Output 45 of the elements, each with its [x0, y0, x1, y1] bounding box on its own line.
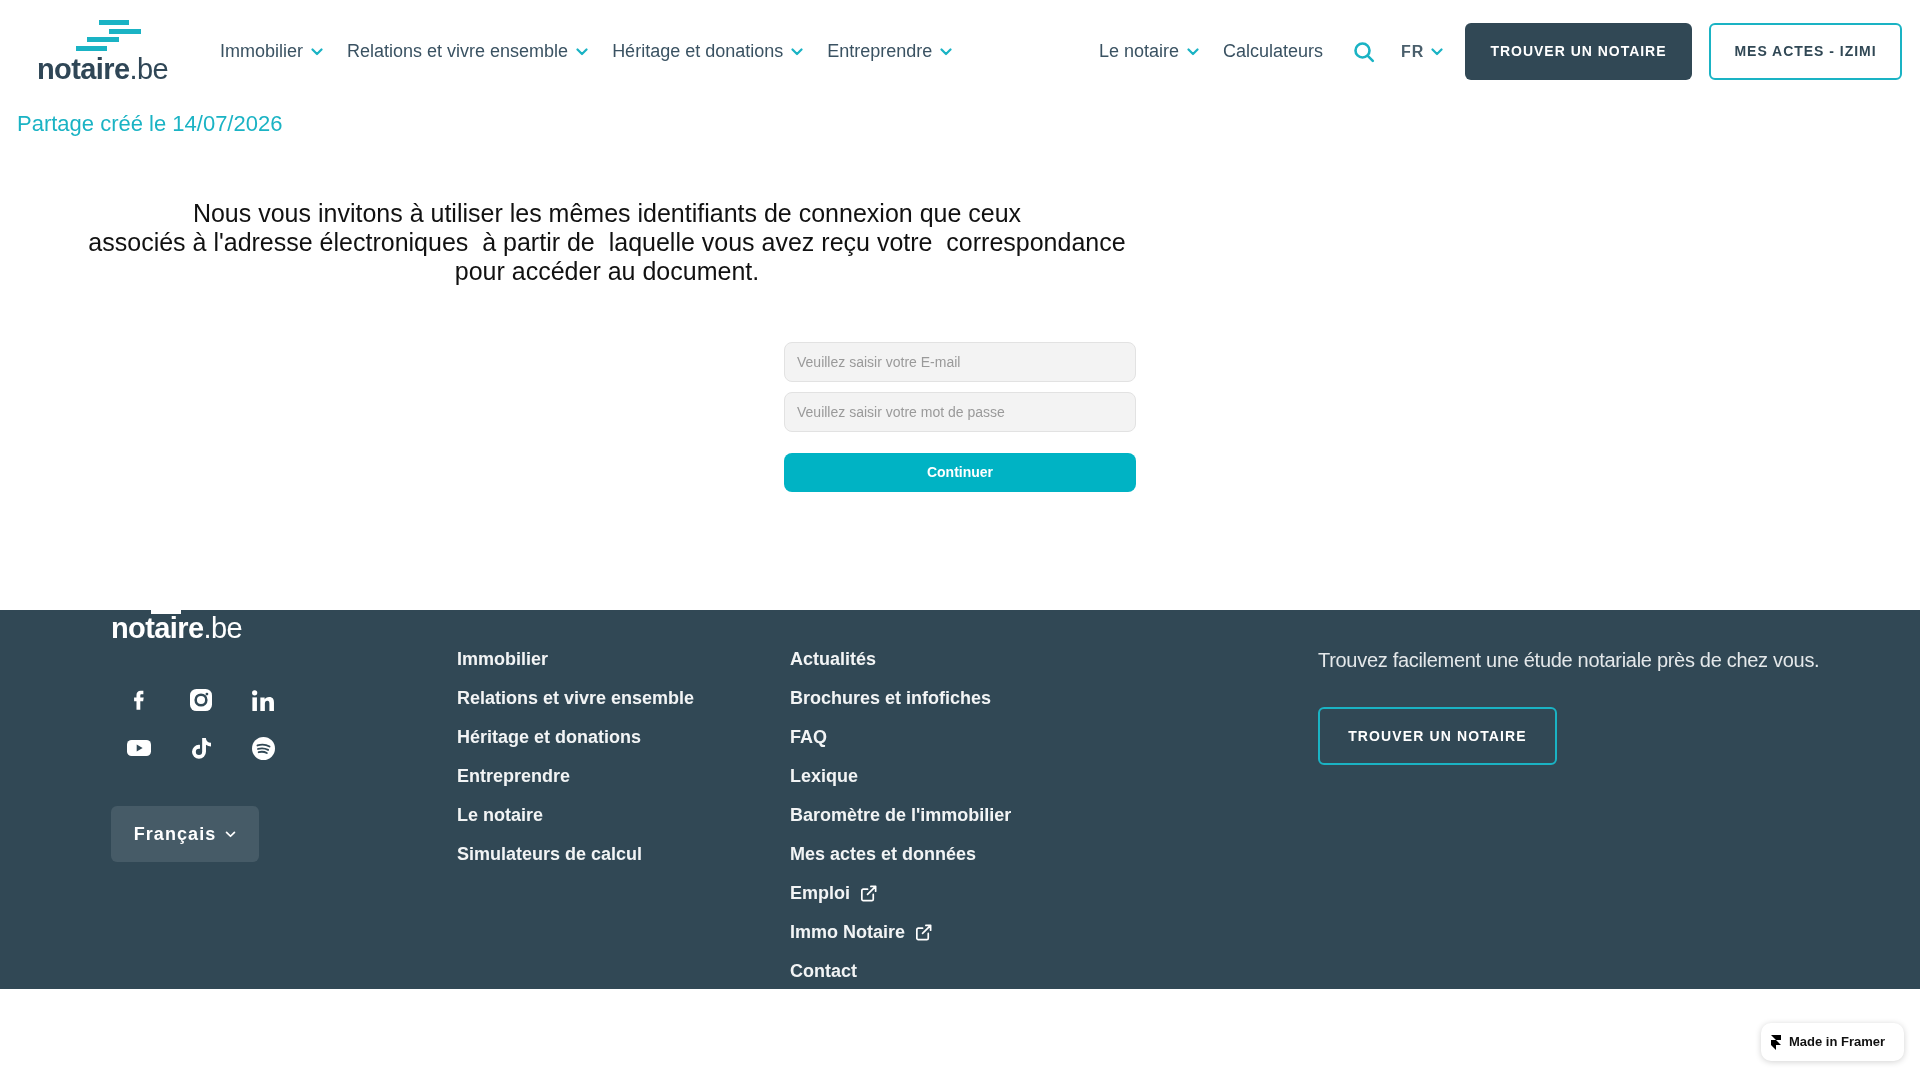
- nav-menu-item[interactable]: Héritage et donations: [612, 38, 804, 65]
- footer-link[interactable]: Contact: [790, 960, 857, 982]
- framer-logo-icon: [1771, 1034, 1781, 1050]
- email-field[interactable]: Veuillez saisir votre E-mail: [784, 342, 1136, 382]
- footer-link[interactable]: Emploi: [790, 882, 878, 904]
- chevron-down-icon: [1431, 47, 1443, 56]
- linkedin-icon[interactable]: [252, 689, 274, 711]
- share-date-text: Partage créé le 14/07/2026: [17, 111, 283, 137]
- language-select[interactable]: Français: [111, 806, 259, 862]
- footer-link[interactable]: Mes actes et données: [790, 843, 977, 865]
- made-in-framer-badge[interactable]: Made in Framer: [1761, 1023, 1904, 1061]
- youtube-icon[interactable]: [127, 740, 151, 756]
- nav-menu-item[interactable]: Calculateurs: [1223, 38, 1324, 65]
- password-field[interactable]: Veuillez saisir votre mot de passe: [784, 392, 1136, 432]
- logo-link[interactable]: notaire.be: [37, 20, 187, 83]
- nav-menu-item[interactable]: Le notaire: [1098, 38, 1199, 65]
- spotify-icon[interactable]: [251, 736, 275, 760]
- facebook-icon[interactable]: [133, 689, 145, 711]
- chevron-down-icon: [225, 830, 237, 838]
- language-menu[interactable]: FR: [1401, 39, 1443, 64]
- footer-link[interactable]: Lexique: [790, 765, 859, 787]
- footer-find-notary-button[interactable]: TROUVER UN NOTAIRE: [1318, 707, 1557, 765]
- logo-stripes-icon: [76, 20, 142, 51]
- nav-menu-item[interactable]: Entreprendre: [827, 38, 953, 65]
- logo-stripe-icon: [151, 610, 181, 614]
- header-button[interactable]: MES ACTES - IZIMI: [1709, 23, 1902, 80]
- nav-menu-item[interactable]: Relations et vivre ensemble: [347, 38, 589, 65]
- login-message: Nous vous invitons à utiliser les mêmes identifiants de connexion que ceux associés à l'adresse électroniques à partir de laquelle vous avez reçu votre correspondance pour accéder au document.: [87, 199, 1127, 286]
- footer-link[interactable]: Le notaire: [457, 804, 544, 826]
- footer-link[interactable]: Simulateurs de calcul: [457, 843, 643, 865]
- footer-link[interactable]: Immo Notaire: [790, 921, 934, 943]
- instagram-icon[interactable]: [190, 689, 212, 711]
- footer-link[interactable]: Héritage et donations: [457, 726, 642, 748]
- footer-link[interactable]: Entreprendre: [457, 765, 571, 787]
- footer-cta-text: Trouvez facilement une étude notariale près de chez vous.: [1318, 648, 1820, 673]
- nav-menu-item[interactable]: Immobilier: [220, 38, 323, 65]
- footer-link[interactable]: Immobilier: [457, 648, 549, 670]
- footer-link[interactable]: FAQ: [790, 726, 827, 748]
- footer-link[interactable]: Brochures et infofiches: [790, 687, 992, 709]
- footer-link[interactable]: Relations et vivre ensemble: [457, 687, 695, 709]
- footer-logo-link[interactable]: notaire.be: [111, 610, 242, 642]
- header-button[interactable]: TROUVER UN NOTAIRE: [1465, 23, 1692, 80]
- tiktok-icon[interactable]: [191, 737, 211, 759]
- footer-link[interactable]: Actualités: [790, 648, 877, 670]
- footer-link[interactable]: Baromètre de l'immobilier: [790, 804, 1012, 826]
